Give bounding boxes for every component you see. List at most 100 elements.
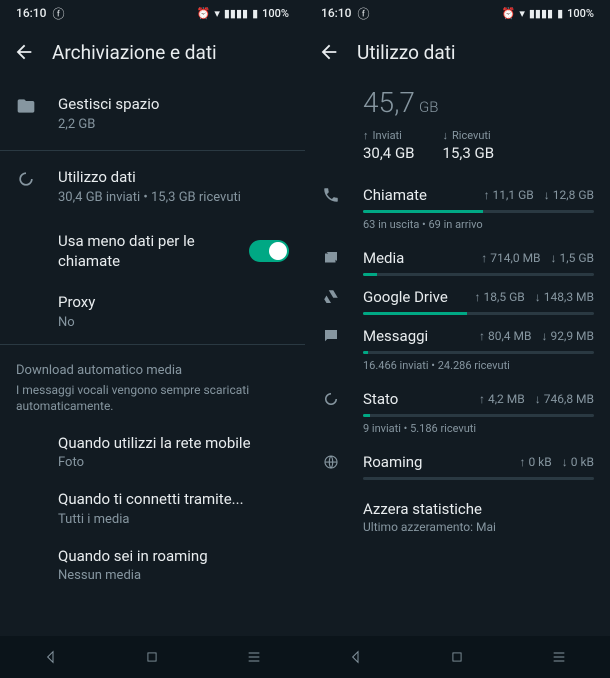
messages-bar [363,351,368,354]
gdrive-down: 148,3 MB [544,290,594,304]
mobile-data-row[interactable]: Quando utilizzi la rete mobile Foto [0,424,305,481]
calls-up: 11,1 GB [493,188,534,202]
messages-caption: 16.466 inviati • 24.286 ricevuti [305,356,610,380]
auto-download-header: Download automatico media [0,349,305,380]
alarm-icon: ⏰ [502,7,516,20]
battery-pct: 100% [262,7,289,20]
media-bar [363,273,377,276]
proxy-label: Proxy [58,293,289,313]
nav-recent-button[interactable] [243,646,265,668]
sent-recv-summary: ↑Inviati 30,4 GB ↓Ricevuti 15,3 GB [305,129,610,176]
data-usage-row[interactable]: Utilizzo dati 30,4 GB inviati • 15,3 GB … [0,155,305,219]
less-data-calls-label: Usa meno dati per le chiamate [58,231,239,272]
calls-row[interactable]: Chiamate ↑ 11,1 GB↓ 12,8 GB [305,176,610,206]
media-down: 1,5 GB [560,251,594,265]
media-up: 714,0 MB [490,251,540,265]
proxy-row[interactable]: Proxy No [0,283,305,340]
roaming-value: Nessun media [58,568,289,583]
total-value: 45,7 [363,86,415,119]
alarm-icon: ⏰ [197,7,211,20]
calls-caption: 63 in uscita • 69 in arrivo [305,215,610,239]
app-bar: Archiviazione e dati [0,26,305,78]
media-label: Media [363,249,463,267]
signal-icon: ▮▮▮▮ [529,7,553,20]
nav-bar [0,636,305,678]
messages-up: 80,4 MB [488,329,532,343]
less-data-calls-row[interactable]: Usa meno dati per le chiamate [0,219,305,284]
globe-icon [322,453,340,471]
wifi-icon: ▾ [214,7,220,20]
data-usage-label: Utilizzo dati [58,167,289,187]
roaming-row[interactable]: Quando sei in roaming Nessun media [0,537,305,594]
less-data-calls-toggle[interactable] [249,240,289,262]
nav-back-button[interactable] [40,646,62,668]
facebook-icon: ⓕ [357,5,369,22]
recv-label: Ricevuti [452,129,491,142]
gdrive-label: Google Drive [363,288,457,306]
status-label: Stato [363,390,461,408]
media-row[interactable]: Media ↑ 714,0 MB↓ 1,5 GB [305,239,610,269]
page-title: Utilizzo dati [357,41,456,64]
app-bar: Utilizzo dati [305,26,610,78]
wifi-value: Tutti i media [58,512,289,527]
nav-home-button[interactable] [141,646,163,668]
facebook-icon: ⓕ [52,5,64,22]
status-bar-fill [363,414,370,417]
divider [0,344,305,345]
sent-value: 30,4 GB [363,144,415,162]
proxy-value: No [58,315,289,330]
messages-row[interactable]: Messaggi ↑ 80,4 MB↓ 92,9 MB [305,317,610,347]
gdrive-bar [363,312,467,315]
roaming-down: 0 kB [571,455,594,469]
status-row[interactable]: Stato ↑ 4,2 MB↓ 746,8 MB [305,380,610,410]
wifi-label: Quando ti connetti tramite... [58,490,289,510]
status-bar: 16:10 ⓕ ⏰ ▾ ▮▮▮▮ ▮ 100% [305,0,610,26]
gdrive-row[interactable]: Google Drive ↑ 18,5 GB↓ 148,3 MB [305,278,610,308]
folder-icon [16,96,36,116]
wifi-icon: ▾ [519,7,525,20]
nav-recent-button[interactable] [548,646,570,668]
status-bar: 16:10 ⓕ ⏰ ▾ ▮▮▮▮ ▮ 100% [0,0,305,26]
screen-storage-and-data: 16:10 ⓕ ⏰ ▾ ▮▮▮▮ ▮ 100% Archiviazione e … [0,0,305,678]
messages-down: 92,9 MB [550,329,594,343]
sent-label: Inviati [373,129,402,142]
data-usage-summary: 30,4 GB inviati • 15,3 GB ricevuti [58,189,289,207]
reset-stats-row[interactable]: Azzera statistiche Ultimo azzeramento: M… [305,482,610,542]
messages-label: Messaggi [363,327,461,345]
manage-storage-value: 2,2 GB [58,116,289,134]
battery-icon: ▮ [557,7,563,20]
phone-icon [322,186,340,204]
data-usage-icon [16,169,36,189]
calls-label: Chiamate [363,186,466,204]
nav-home-button[interactable] [446,646,468,668]
roaming-usage-row[interactable]: Roaming ↑ 0 kB↓ 0 kB [305,443,610,473]
wifi-row[interactable]: Quando ti connetti tramite... Tutti i me… [0,480,305,537]
media-icon [322,249,340,267]
mobile-data-value: Foto [58,455,289,470]
calls-down: 12,8 GB [553,188,594,202]
roaming-up: 0 kB [528,455,551,469]
roaming-label: Quando sei in roaming [58,547,289,567]
down-arrow-icon: ↓ [443,129,449,142]
status-icon [322,390,340,408]
auto-download-caption: I messaggi vocali vengono sempre scarica… [0,380,305,424]
page-title: Archiviazione e dati [52,41,217,64]
status-time: 16:10 [16,6,46,20]
manage-storage-row[interactable]: Gestisci spazio 2,2 GB [0,82,305,146]
back-button[interactable] [317,40,341,64]
mobile-data-label: Quando utilizzi la rete mobile [58,434,289,454]
total-unit: GB [419,98,438,116]
gdrive-up: 18,5 GB [484,290,525,304]
status-up: 4,2 MB [488,392,525,406]
recv-value: 15,3 GB [443,144,495,162]
status-time: 16:10 [321,6,351,20]
nav-back-button[interactable] [345,646,367,668]
reset-value: Ultimo azzeramento: Mai [363,520,594,534]
nav-bar [305,636,610,678]
divider [0,150,305,151]
back-button[interactable] [12,40,36,64]
signal-icon: ▮▮▮▮ [224,7,248,20]
message-icon [322,327,340,345]
drive-icon [322,288,340,306]
manage-storage-label: Gestisci spazio [58,94,289,114]
